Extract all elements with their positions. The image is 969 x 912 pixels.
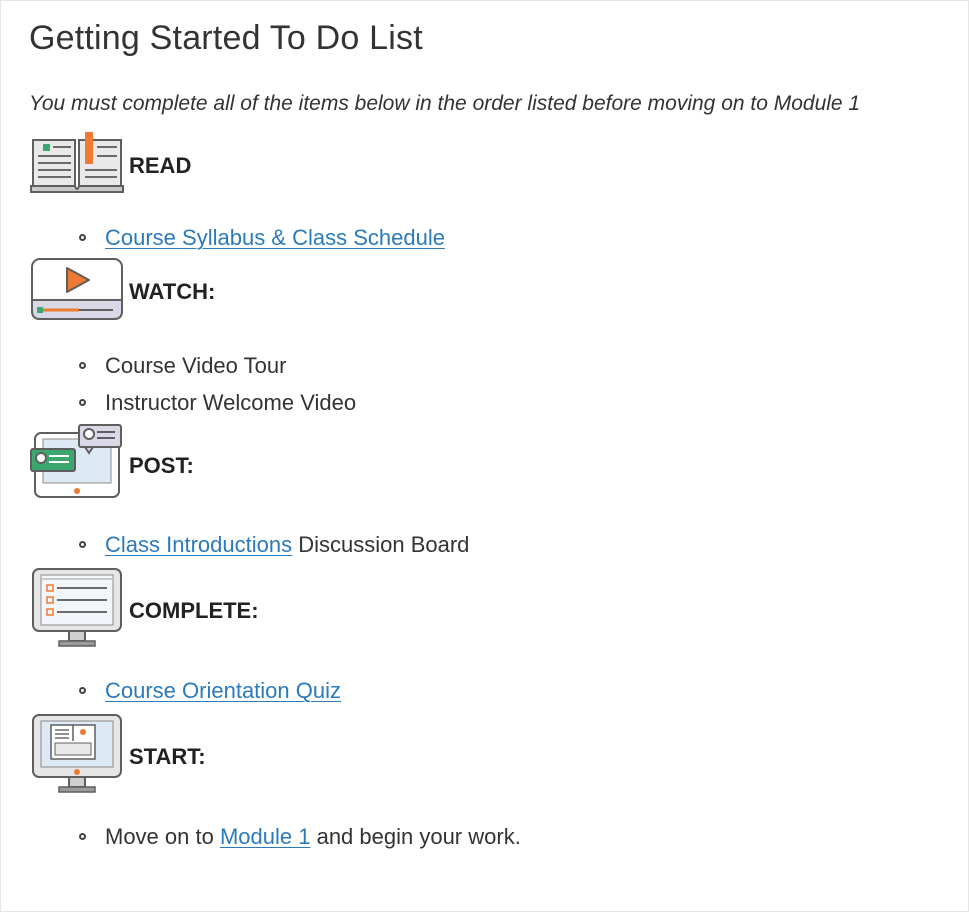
section-post: POST: [29, 423, 968, 508]
open-book-icon [29, 130, 125, 201]
list-item: Class Introductions Discussion Board [79, 526, 968, 563]
module-1-link[interactable]: Module 1 [220, 824, 311, 849]
section-post-label: POST: [129, 452, 194, 478]
intro-text: You must complete all of the items below… [29, 92, 861, 115]
checklist-monitor-icon [29, 565, 125, 656]
watch-list: Course Video Tour Instructor Welcome Vid… [29, 347, 968, 421]
list-item-prefix: Move on to [105, 824, 220, 849]
complete-list: Course Orientation Quiz [29, 672, 968, 709]
list-item: Move on to Module 1 and begin your work. [79, 818, 968, 855]
start-list: Move on to Module 1 and begin your work. [29, 818, 968, 855]
section-complete: COMPLETE: [29, 565, 968, 656]
post-list: Class Introductions Discussion Board [29, 526, 968, 563]
list-item-suffix: and begin your work. [310, 824, 521, 849]
section-read: READ [29, 130, 968, 201]
section-watch-label: WATCH: [129, 278, 216, 304]
list-item: Instructor Welcome Video [79, 384, 968, 421]
class-introductions-link[interactable]: Class Introductions [105, 532, 292, 557]
page: Getting Started To Do List You must comp… [0, 0, 969, 912]
section-complete-label: COMPLETE: [129, 597, 259, 623]
read-list: Course Syllabus & Class Schedule [29, 219, 968, 256]
list-item: Course Orientation Quiz [79, 672, 968, 709]
course-syllabus-link[interactable]: Course Syllabus & Class Schedule [105, 225, 445, 250]
list-item-suffix: Discussion Board [292, 532, 470, 557]
section-read-label: READ [129, 152, 192, 178]
section-watch: WATCH: [29, 256, 968, 327]
start-monitor-icon [29, 711, 125, 802]
section-start: START: [29, 711, 968, 802]
video-player-icon [29, 256, 125, 327]
list-item: Course Syllabus & Class Schedule [79, 219, 968, 256]
section-start-label: START: [129, 743, 206, 769]
list-item: Course Video Tour [79, 347, 968, 384]
course-orientation-quiz-link[interactable]: Course Orientation Quiz [105, 678, 341, 703]
page-title: Getting Started To Do List [29, 19, 423, 57]
discussion-icon [29, 423, 125, 508]
